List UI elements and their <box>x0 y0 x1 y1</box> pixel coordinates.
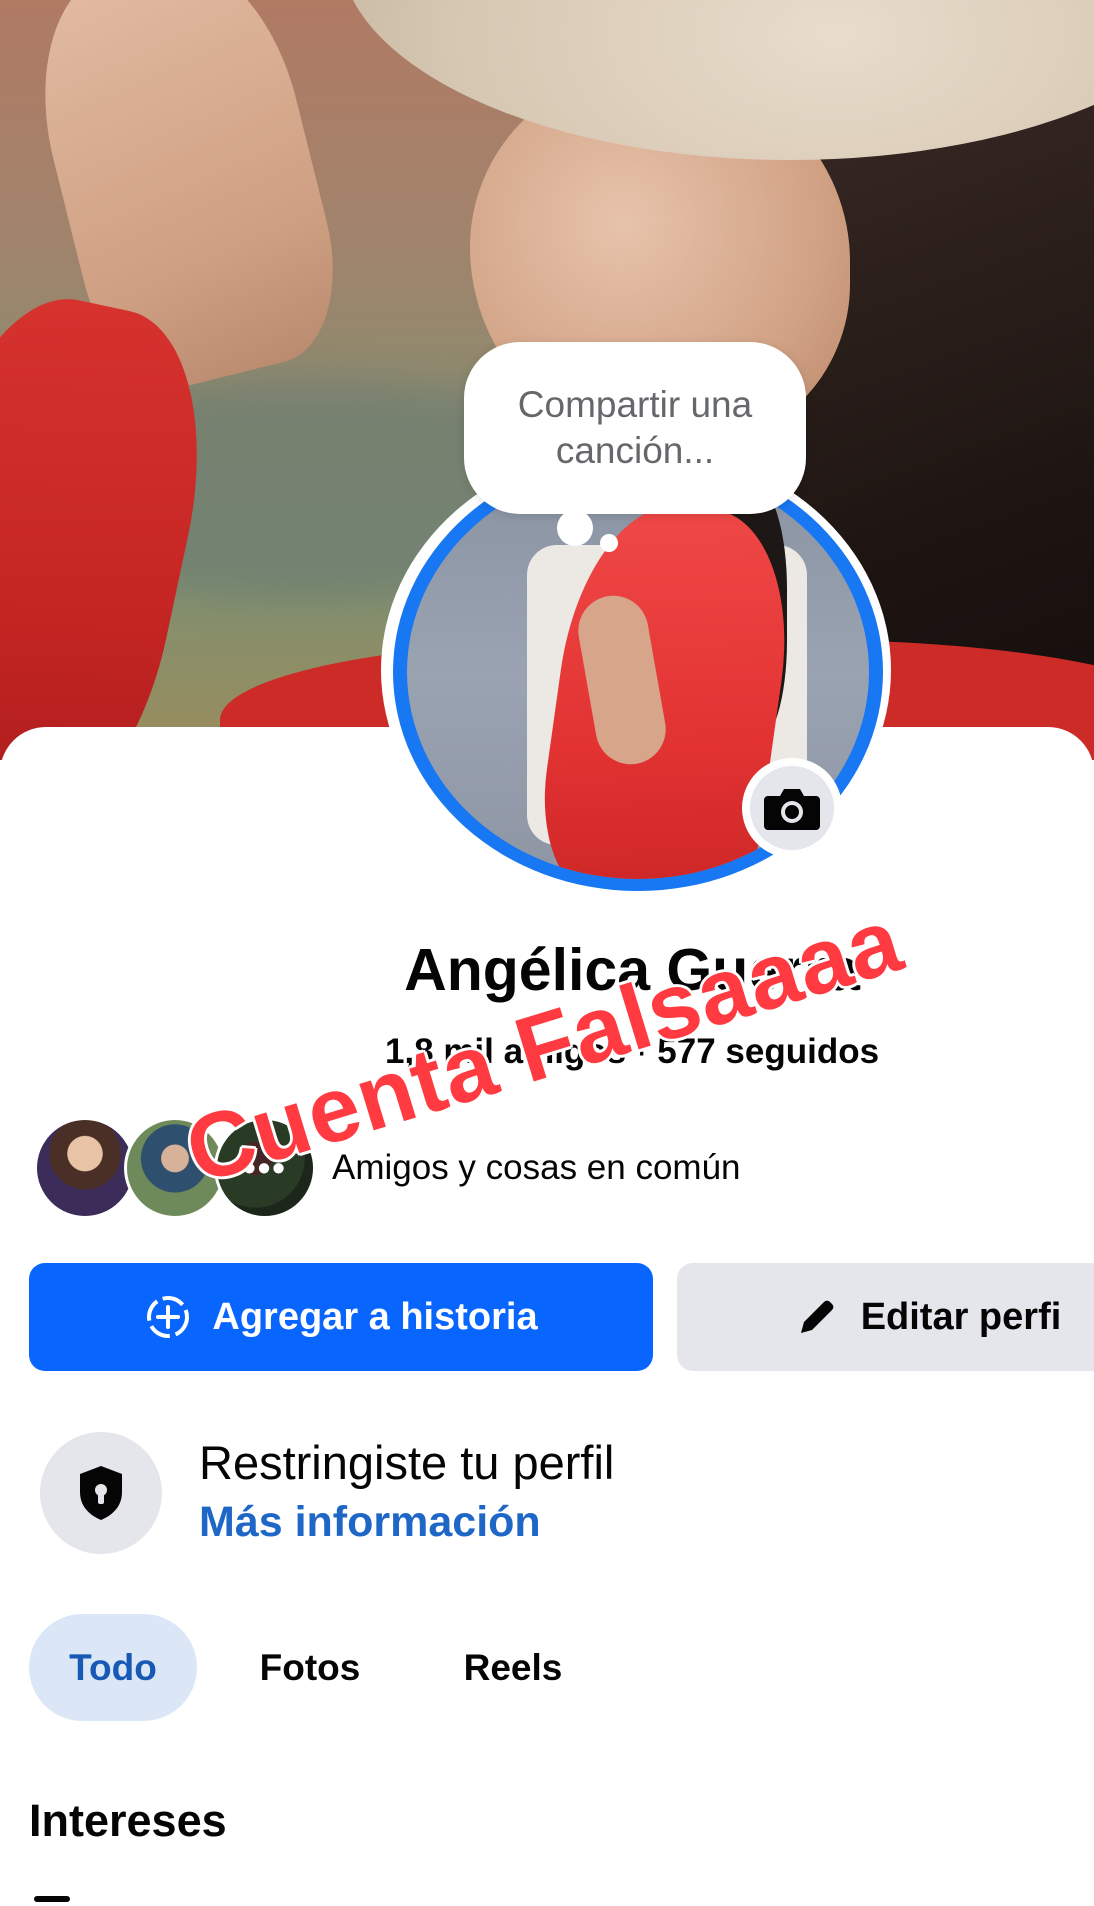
share-song-text: Compartir una canción... <box>517 384 753 471</box>
camera-icon <box>764 789 820 830</box>
mutual-friends-label: Amigos y cosas en común <box>332 1148 741 1187</box>
more-info-link[interactable]: Más información <box>199 1494 541 1550</box>
share-song-bubble[interactable]: Compartir una canción... <box>464 342 806 514</box>
add-story-label: Agregar a historia <box>212 1295 538 1338</box>
bubble-tail-small <box>600 534 618 552</box>
interests-heading: Intereses <box>29 1795 227 1846</box>
restricted-profile-title: Restringiste tu perfil <box>199 1436 615 1489</box>
bubble-tail-large <box>557 510 593 546</box>
tab-fotos[interactable]: Fotos <box>235 1614 385 1721</box>
restrict-icon-wrap <box>40 1432 162 1554</box>
edit-profile-button[interactable]: Editar perfi <box>677 1263 1094 1371</box>
shield-lock-icon <box>80 1466 122 1520</box>
cover-hat <box>340 0 1094 160</box>
edit-profile-label: Editar perfi <box>860 1295 1062 1338</box>
add-circle-icon <box>147 1296 190 1338</box>
tab-reels[interactable]: Reels <box>440 1614 586 1721</box>
cut-off-content <box>34 1890 74 1906</box>
add-story-button[interactable]: Agregar a historia <box>29 1263 653 1371</box>
tab-todo[interactable]: Todo <box>29 1614 197 1721</box>
pencil-icon <box>800 1300 834 1333</box>
profile-screen: Compartir una canción... Angélica Guerra… <box>0 0 1094 1906</box>
mutual-friend-avatar <box>34 1117 136 1219</box>
